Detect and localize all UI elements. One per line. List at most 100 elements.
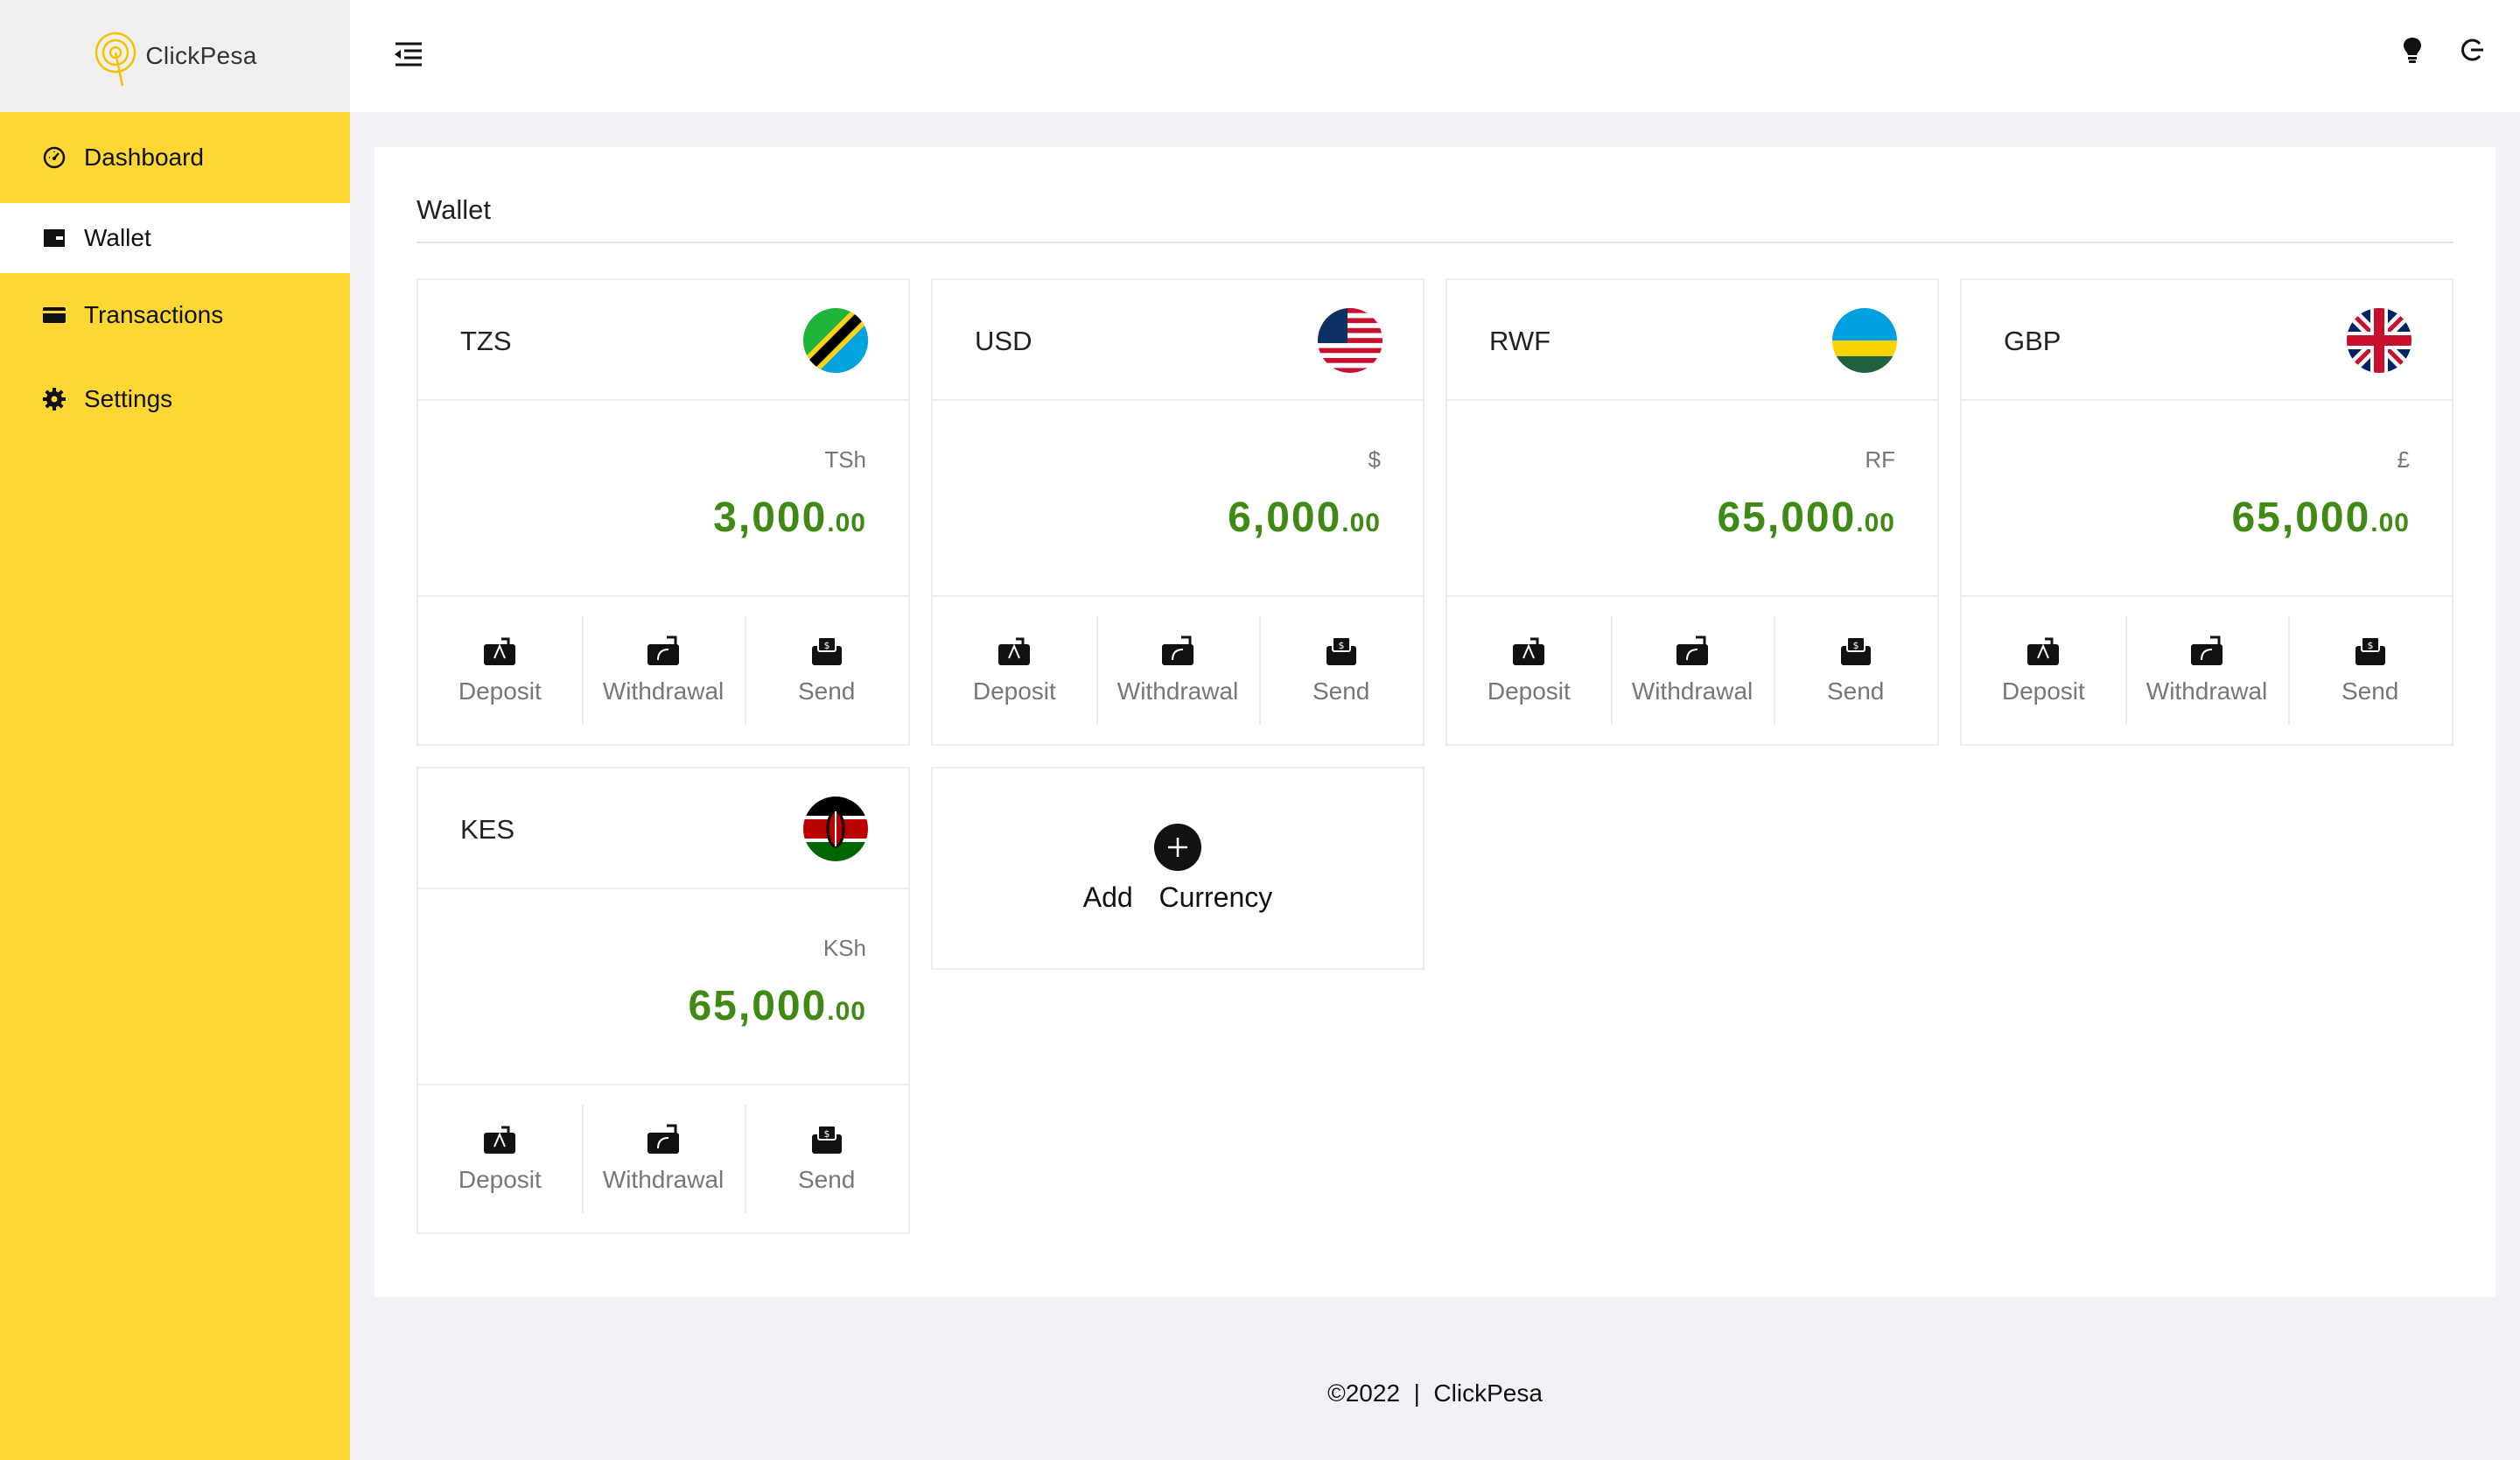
footer-copyright: ©2022 | ClickPesa bbox=[1327, 1379, 1543, 1407]
withdrawal-button[interactable]: Withdrawal bbox=[2124, 597, 2289, 744]
logo-text: ClickPesa bbox=[145, 42, 257, 69]
send-envelope-icon: $ bbox=[811, 1125, 842, 1154]
wallet-actions: Deposit Withdrawal $ Send bbox=[418, 597, 908, 744]
wallet-actions: Deposit Withdrawal $ Send bbox=[1447, 597, 1937, 744]
deposit-label: Deposit bbox=[1487, 677, 1571, 705]
wallet-card-kes: KES KSh 65,000.00 Deposit Withdrawal $ S… bbox=[416, 767, 910, 1234]
balance-amount: 3,000.00 bbox=[713, 494, 866, 542]
sidebar-item-dashboard[interactable]: Dashboard bbox=[0, 112, 350, 203]
balance-whole: 65,000 bbox=[688, 983, 828, 1029]
top-header bbox=[350, 0, 2520, 112]
balance-cents: .00 bbox=[2370, 509, 2410, 537]
balance-cents: .00 bbox=[1856, 509, 1895, 537]
withdrawal-label: Withdrawal bbox=[602, 1166, 724, 1193]
speedometer-icon bbox=[40, 144, 68, 172]
send-envelope-icon: $ bbox=[811, 636, 842, 665]
gear-icon bbox=[40, 385, 68, 413]
withdrawal-icon bbox=[1162, 635, 1194, 665]
currency-symbol: £ bbox=[2397, 446, 2410, 473]
currency-code: TZS bbox=[460, 326, 512, 356]
wallet-panel: Wallet TZS TSh 3,000.00 Deposit Withdraw… bbox=[374, 147, 2496, 1297]
rwanda-flag-icon bbox=[1832, 308, 1897, 373]
deposit-button[interactable]: Deposit bbox=[418, 597, 582, 744]
deposit-button[interactable]: Deposit bbox=[933, 597, 1096, 744]
svg-text:$: $ bbox=[823, 1128, 830, 1140]
currency-symbol: RF bbox=[1865, 446, 1895, 473]
deposit-button[interactable]: Deposit bbox=[1447, 597, 1611, 744]
currency-code: KES bbox=[460, 814, 515, 845]
send-envelope-icon: $ bbox=[1326, 636, 1356, 665]
logout-icon[interactable] bbox=[2457, 35, 2487, 65]
withdrawal-label: Withdrawal bbox=[1116, 677, 1239, 705]
balance-whole: 6,000 bbox=[1228, 495, 1342, 541]
send-label: Send bbox=[797, 1166, 856, 1193]
svg-text:$: $ bbox=[2367, 640, 2373, 651]
send-button[interactable]: $ Send bbox=[745, 1085, 908, 1232]
withdrawal-icon bbox=[1676, 635, 1708, 665]
menu-fold-icon[interactable] bbox=[392, 40, 424, 68]
wallet-card-rwf: RWF RF 65,000.00 Deposit Withdrawal $ Se… bbox=[1446, 278, 1939, 746]
currency-symbol: $ bbox=[1368, 446, 1381, 473]
balance-cents: .00 bbox=[827, 997, 866, 1026]
plus-circle-icon bbox=[1154, 823, 1201, 871]
page-title: Wallet bbox=[416, 194, 491, 225]
add-currency-label: Add Currency bbox=[1082, 881, 1273, 913]
wallet-card-balance: £ 65,000.00 bbox=[1962, 401, 2452, 597]
sidebar-item-label: Transactions bbox=[84, 301, 224, 328]
wallet-actions: Deposit Withdrawal $ Send bbox=[418, 1085, 908, 1232]
send-envelope-icon: $ bbox=[2355, 636, 2385, 665]
sidebar-item-settings[interactable]: Settings bbox=[0, 357, 350, 441]
withdrawal-label: Withdrawal bbox=[602, 677, 724, 705]
withdrawal-label: Withdrawal bbox=[2146, 677, 2268, 705]
svg-text:$: $ bbox=[1852, 640, 1858, 651]
wallet-actions: Deposit Withdrawal $ Send bbox=[1962, 597, 2452, 744]
wallet-card-balance: RF 65,000.00 bbox=[1447, 401, 1937, 597]
send-button[interactable]: $ Send bbox=[2288, 597, 2452, 744]
send-button[interactable]: $ Send bbox=[1259, 597, 1423, 744]
balance-amount: 65,000.00 bbox=[1717, 494, 1895, 542]
add-currency-button[interactable]: Add Currency bbox=[931, 767, 1424, 970]
wallet-card-balance: KSh 65,000.00 bbox=[418, 889, 908, 1085]
deposit-label: Deposit bbox=[458, 1166, 542, 1193]
send-label: Send bbox=[2341, 677, 2399, 705]
deposit-button[interactable]: Deposit bbox=[1962, 597, 2125, 744]
balance-amount: 65,000.00 bbox=[2231, 494, 2410, 542]
withdrawal-button[interactable]: Withdrawal bbox=[1096, 597, 1260, 744]
sidebar-item-label: Dashboard bbox=[84, 144, 204, 171]
svg-text:$: $ bbox=[1338, 640, 1344, 651]
deposit-button[interactable]: Deposit bbox=[418, 1085, 582, 1232]
wallet-card-usd: USD $ 6,000.00 Deposit Withdrawal $ Send bbox=[931, 278, 1424, 746]
balance-cents: .00 bbox=[827, 509, 866, 537]
withdrawal-button[interactable]: Withdrawal bbox=[581, 1085, 746, 1232]
withdrawal-icon bbox=[2191, 635, 2222, 665]
uk-flag-icon bbox=[2347, 308, 2412, 373]
divider bbox=[416, 242, 2454, 243]
sidebar-item-label: Wallet bbox=[84, 224, 151, 251]
wallet-card-header: TZS bbox=[418, 280, 908, 401]
sidebar-item-transactions[interactable]: Transactions bbox=[0, 273, 350, 357]
withdrawal-button[interactable]: Withdrawal bbox=[1610, 597, 1774, 744]
lightbulb-icon[interactable] bbox=[2398, 35, 2427, 65]
clickpesa-logo-icon bbox=[95, 32, 136, 87]
wallet-card-balance: $ 6,000.00 bbox=[933, 401, 1423, 597]
sidebar-item-wallet[interactable]: Wallet bbox=[0, 203, 350, 273]
currency-code: USD bbox=[975, 326, 1032, 356]
send-label: Send bbox=[1826, 677, 1885, 705]
kenya-flag-icon bbox=[803, 797, 868, 861]
logo-area: ClickPesa bbox=[0, 0, 350, 112]
withdrawal-button[interactable]: Withdrawal bbox=[581, 597, 746, 744]
currency-code: GBP bbox=[2004, 326, 2062, 356]
currency-symbol: KSh bbox=[822, 935, 866, 961]
deposit-label: Deposit bbox=[2001, 677, 2085, 705]
send-button[interactable]: $ Send bbox=[1774, 597, 1937, 744]
currency-symbol: TSh bbox=[824, 446, 866, 473]
usa-flag-icon bbox=[1318, 308, 1382, 373]
withdrawal-icon bbox=[648, 1124, 679, 1154]
send-button[interactable]: $ Send bbox=[745, 597, 908, 744]
deposit-label: Deposit bbox=[972, 677, 1056, 705]
balance-whole: 3,000 bbox=[713, 495, 828, 541]
wallet-card-tzs: TZS TSh 3,000.00 Deposit Withdrawal $ Se… bbox=[416, 278, 910, 746]
sidebar: ClickPesa Dashboard Wallet Transactions bbox=[0, 0, 350, 1460]
wallet-card-header: KES bbox=[418, 769, 908, 889]
clickpesa-logo[interactable]: ClickPesa bbox=[93, 25, 256, 88]
